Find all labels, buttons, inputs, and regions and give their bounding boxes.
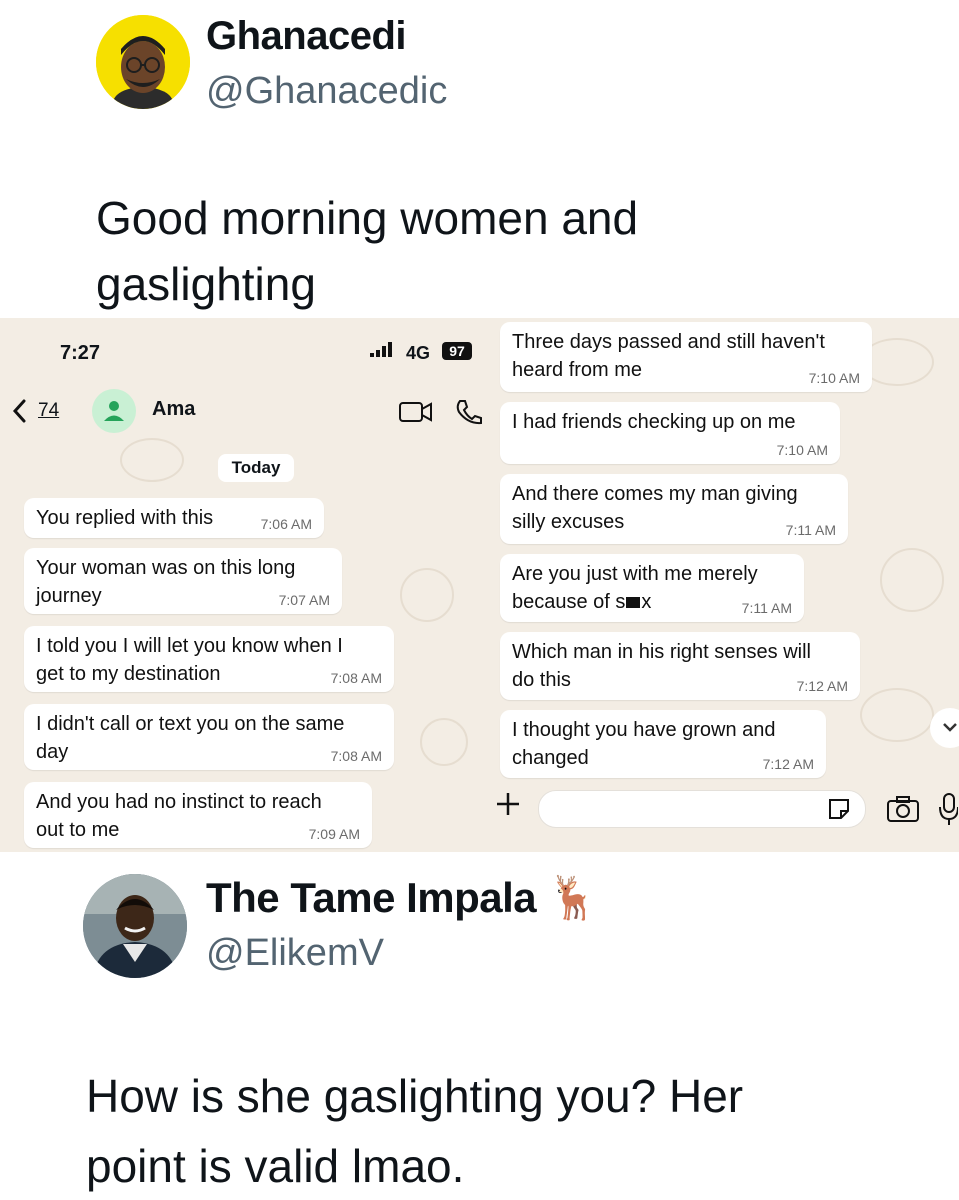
deer-emoji-icon: 🦌 <box>547 874 600 921</box>
message-bubble[interactable]: You replied with this 7:06 AM <box>24 498 324 538</box>
tweet2-display-name[interactable]: The Tame Impala 🦌 <box>206 874 600 923</box>
message-text: Your woman was on this long journey <box>36 557 296 607</box>
message-time: 7:07 AM <box>278 592 330 608</box>
tweet1-text-line2: gaslighting <box>96 258 316 310</box>
status-time: 7:27 <box>60 342 101 364</box>
message-bubble[interactable]: I had friends checking up on me 7:10 AM <box>500 402 840 464</box>
message-text: I didn't call or text you on the same day <box>36 713 345 763</box>
message-time: 7:12 AM <box>762 756 814 772</box>
message-time: 7:08 AM <box>330 748 382 764</box>
message-time: 7:06 AM <box>260 516 312 532</box>
scroll-down-button[interactable] <box>930 708 959 748</box>
contact-avatar[interactable] <box>92 389 136 433</box>
message-text: I had friends checking up on me <box>512 411 796 433</box>
video-call-icon[interactable] <box>398 398 434 431</box>
tweet1-handle[interactable]: @Ghanacedic <box>206 70 447 113</box>
message-time: 7:10 AM <box>776 442 828 458</box>
network-type: 4G <box>406 343 431 363</box>
message-input[interactable] <box>538 790 866 828</box>
censor-mark <box>626 597 641 609</box>
message-text: Which man in his right senses will do thi… <box>512 641 811 691</box>
microphone-icon[interactable] <box>938 792 959 831</box>
message-text: And there comes my man giving silly excus… <box>512 483 798 533</box>
message-bubble[interactable]: I thought you have grown and changed 7:12… <box>500 710 826 778</box>
chat-screenshot: 7:27 4G 97 74 Ama Today You replied with… <box>0 318 959 852</box>
ghanacedi-avatar[interactable] <box>96 15 190 109</box>
message-text: And you had no instinct to reach out to m… <box>36 791 322 841</box>
message-text: I told you I will let you know when Iget… <box>36 635 343 685</box>
message-text: I thought you have grown and changed <box>512 719 776 769</box>
message-bubble[interactable]: And there comes my man giving silly excus… <box>500 474 848 544</box>
back-chevron-icon[interactable] <box>10 398 30 429</box>
signal-icon <box>368 340 398 365</box>
camera-icon[interactable] <box>886 794 920 829</box>
phone-call-icon[interactable] <box>454 398 484 431</box>
person-icon <box>104 401 124 421</box>
avatar-illustration <box>96 15 190 109</box>
message-time: 7:11 AM <box>741 600 792 616</box>
message-bubble[interactable]: Your woman was on this long journey 7:07 … <box>24 548 342 614</box>
back-unread-count[interactable]: 74 <box>38 400 59 422</box>
tweet2-text-line2: point is valid lmao. <box>86 1140 465 1192</box>
tweet2-text-line1: How is she gaslighting you? Her <box>86 1070 744 1122</box>
message-bubble[interactable]: Three days passed and still haven't heard… <box>500 322 872 392</box>
elikemv-avatar[interactable] <box>83 874 187 978</box>
wallpaper-doodle <box>420 718 468 766</box>
message-text: Are you just with me merely because of sx <box>512 563 758 613</box>
wallpaper-doodle <box>400 568 454 622</box>
message-bubble[interactable]: And you had no instinct to reach out to m… <box>24 782 372 848</box>
wallpaper-doodle <box>880 548 944 612</box>
message-text: Three days passed and still haven't heard… <box>512 331 825 381</box>
chevron-down-icon <box>943 723 957 732</box>
message-text: You replied with this <box>36 507 214 529</box>
wallpaper-doodle <box>120 438 184 482</box>
message-bubble[interactable]: Are you just with me merely because of sx… <box>500 554 804 622</box>
tweet1-text-line1: Good morning women and <box>96 192 639 244</box>
attach-plus-icon[interactable] <box>494 790 522 823</box>
tweet1-display-name[interactable]: Ghanacedi <box>206 14 407 59</box>
wallpaper-doodle <box>860 688 934 742</box>
tweet2-handle[interactable]: @ElikemV <box>206 932 384 975</box>
battery-level: 97 <box>442 342 472 360</box>
message-bubble[interactable]: I didn't call or text you on the same day… <box>24 704 394 770</box>
contact-name[interactable]: Ama <box>152 398 195 421</box>
message-time: 7:10 AM <box>808 370 860 386</box>
message-time: 7:11 AM <box>785 522 836 538</box>
message-time: 7:08 AM <box>330 670 382 686</box>
sticker-icon[interactable] <box>826 796 852 827</box>
message-time: 7:12 AM <box>796 678 848 694</box>
date-chip: Today <box>218 454 294 482</box>
message-bubble[interactable]: I told you I will let you know when Iget… <box>24 626 394 692</box>
message-bubble[interactable]: Which man in his right senses will do thi… <box>500 632 860 700</box>
message-time: 7:09 AM <box>308 826 360 842</box>
avatar-photo <box>83 874 187 978</box>
